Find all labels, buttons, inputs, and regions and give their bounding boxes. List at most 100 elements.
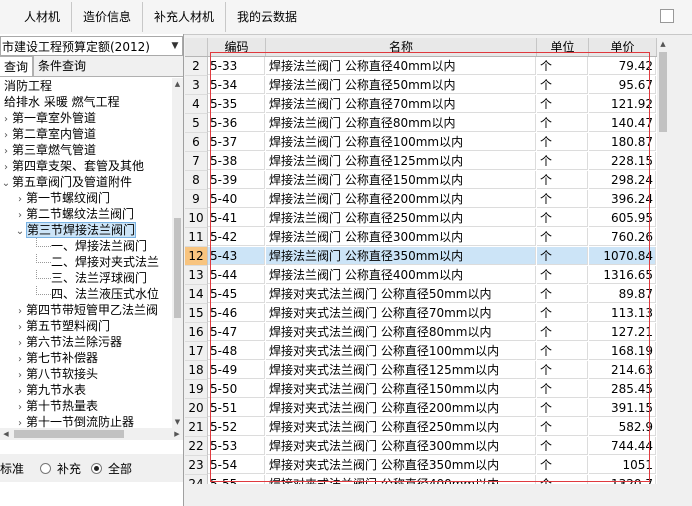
cell-price: 180.87 bbox=[589, 133, 656, 151]
tree-item-label: 四、法兰液压式水位 bbox=[51, 287, 160, 301]
cell-unit: 个 bbox=[537, 57, 588, 75]
table-row[interactable]: 13 5-44 焊接法兰阀门 公称直径400mm以内个 1316.65 bbox=[185, 266, 657, 285]
tree-item[interactable]: 给排水 采暖 燃气工程 bbox=[0, 94, 120, 110]
table-row[interactable]: 15 5-46 焊接对夹式法兰阀门 公称直径70mm以内个 113.13 bbox=[185, 304, 657, 323]
table-row[interactable]: 14 5-45 焊接对夹式法兰阀门 公称直径50mm以内个 89.87 bbox=[185, 285, 657, 304]
tree-item[interactable]: 二、焊接对夹式法兰 bbox=[36, 254, 159, 270]
table-row[interactable]: 19 5-50 焊接对夹式法兰阀门 公称直径150mm以内个 285.45 bbox=[185, 380, 657, 399]
tree-item-label: 三、法兰浮球阀门 bbox=[51, 271, 148, 285]
scroll-right-icon[interactable]: ▶ bbox=[171, 428, 183, 440]
toolbar-button-2[interactable]: 补充人材机 bbox=[143, 2, 227, 32]
scroll-thumb[interactable] bbox=[659, 52, 667, 132]
row-index: 7 bbox=[185, 152, 208, 171]
header-code[interactable]: 编码 bbox=[208, 38, 266, 56]
tree-item[interactable]: › 第十节热量表 bbox=[14, 398, 98, 414]
tree-item-label: 第一章室外管道 bbox=[12, 111, 97, 125]
scroll-up-icon[interactable]: ▲ bbox=[657, 38, 669, 50]
tree-item[interactable]: › 第十一节倒流防止器 bbox=[14, 414, 134, 428]
table-row[interactable]: 18 5-49 焊接对夹式法兰阀门 公称直径125mm以内个 214.63 bbox=[185, 361, 657, 380]
tree-item[interactable]: › 第七节补偿器 bbox=[14, 350, 98, 366]
table-row[interactable]: 7 5-38 焊接法兰阀门 公称直径125mm以内个 228.15 bbox=[185, 152, 657, 171]
chevron-down-icon[interactable]: ▼ bbox=[168, 41, 182, 51]
chevron-right-icon[interactable]: › bbox=[14, 416, 26, 428]
scroll-up-icon[interactable]: ▲ bbox=[172, 78, 183, 90]
tree-item[interactable]: 四、法兰液压式水位 bbox=[36, 286, 159, 302]
tree-horizontal-scrollbar[interactable]: ◀ ▶ bbox=[0, 428, 183, 440]
tree-item[interactable]: › 第六节法兰除污器 bbox=[14, 334, 122, 350]
table-row[interactable]: 17 5-48 焊接对夹式法兰阀门 公称直径100mm以内个 168.19 bbox=[185, 342, 657, 361]
scroll-down-icon[interactable]: ▼ bbox=[172, 416, 183, 428]
tree-item[interactable]: › 第八节软接头 bbox=[14, 366, 98, 382]
quota-library-select[interactable]: 市建设工程预算定额(2012) ▼ bbox=[0, 36, 183, 56]
header-unit[interactable]: 单位 bbox=[537, 38, 589, 56]
chevron-down-icon[interactable]: ⌄ bbox=[14, 224, 26, 240]
table-row[interactable]: 9 5-40 焊接法兰阀门 公称直径200mm以内个 396.24 bbox=[185, 190, 657, 209]
toolbar-button-3[interactable]: 我的云数据 bbox=[226, 2, 308, 32]
tree-item[interactable]: 消防工程 bbox=[0, 78, 52, 94]
cell-unit: 个 bbox=[537, 209, 588, 227]
cell-unit: 个 bbox=[537, 133, 588, 151]
tree-item[interactable]: › 第四章支架、套管及其他 bbox=[0, 158, 144, 174]
table-row[interactable]: 10 5-41 焊接法兰阀门 公称直径250mm以内个 605.95 bbox=[185, 209, 657, 228]
cell-price: 127.21 bbox=[589, 323, 656, 341]
tab-query[interactable]: 查询 bbox=[0, 56, 34, 76]
tree-item-label: 第一节螺纹阀门 bbox=[26, 191, 111, 205]
table-row[interactable]: 2 5-33 焊接法兰阀门 公称直径40mm以内个 79.42 bbox=[185, 57, 657, 76]
tree-vertical-scrollbar[interactable]: ▲ ▼ bbox=[172, 78, 183, 428]
table-row[interactable]: 4 5-35 焊接法兰阀门 公称直径70mm以内个 121.92 bbox=[185, 95, 657, 114]
toolbar-button-0[interactable]: 人材机 bbox=[0, 2, 73, 32]
table-row[interactable]: 12 5-43 焊接法兰阀门 公称直径350mm以内个 1070.84 bbox=[185, 247, 657, 266]
tree-item[interactable]: › 第四节带短管甲乙法兰阀 bbox=[14, 302, 158, 318]
chevron-down-icon[interactable]: ⌄ bbox=[0, 176, 12, 192]
table-row[interactable]: 11 5-42 焊接法兰阀门 公称直径300mm以内个 760.26 bbox=[185, 228, 657, 247]
tree-item[interactable]: › 第三章燃气管道 bbox=[0, 142, 96, 158]
table-row[interactable]: 16 5-47 焊接对夹式法兰阀门 公称直径80mm以内个 127.21 bbox=[185, 323, 657, 342]
cell-unit: 个 bbox=[537, 323, 588, 341]
cell-name: 焊接法兰阀门 公称直径200mm以内 bbox=[266, 190, 536, 208]
table-row[interactable]: 3 5-34 焊接法兰阀门 公称直径50mm以内个 95.67 bbox=[185, 76, 657, 95]
table-row[interactable]: 24 5-55 焊接对夹式法兰阀门 公称直径400mm以内个 1320.7 bbox=[185, 475, 657, 484]
table-row[interactable]: 8 5-39 焊接法兰阀门 公称直径150mm以内个 298.24 bbox=[185, 171, 657, 190]
table-row[interactable]: 21 5-52 焊接对夹式法兰阀门 公称直径250mm以内个 582.9 bbox=[185, 418, 657, 437]
cell-code: 5-49 bbox=[208, 361, 265, 379]
table-row[interactable]: 23 5-54 焊接对夹式法兰阀门 公称直径350mm以内个 1051 bbox=[185, 456, 657, 475]
radio-icon[interactable] bbox=[40, 462, 52, 474]
radio-option-1[interactable]: 补充 bbox=[40, 460, 81, 477]
tree-item[interactable]: 三、法兰浮球阀门 bbox=[36, 270, 147, 286]
scroll-thumb[interactable] bbox=[14, 430, 124, 438]
tree-item[interactable]: › 第二节螺纹法兰阀门 bbox=[14, 206, 134, 222]
tree-item[interactable]: ⌄ 第五章阀门及管道附件 bbox=[0, 174, 132, 190]
scroll-left-icon[interactable]: ◀ bbox=[0, 428, 12, 440]
radio-icon[interactable] bbox=[91, 462, 103, 474]
table-row[interactable]: 22 5-53 焊接对夹式法兰阀门 公称直径300mm以内个 744.44 bbox=[185, 437, 657, 456]
radio-option-2[interactable]: 全部 bbox=[91, 460, 132, 477]
row-index: 21 bbox=[185, 418, 208, 437]
cell-price: 396.24 bbox=[589, 190, 656, 208]
table-row[interactable]: 6 5-37 焊接法兰阀门 公称直径100mm以内个 180.87 bbox=[185, 133, 657, 152]
table-row[interactable]: 5 5-36 焊接法兰阀门 公称直径80mm以内个 140.47 bbox=[185, 114, 657, 133]
scroll-thumb[interactable] bbox=[174, 218, 181, 318]
tree-item[interactable]: 一、焊接法兰阀门 bbox=[36, 238, 147, 254]
chapter-tree: 消防工程 给排水 采暖 燃气工程 › 第一章室外管道 › 第二章室内管道 › 第三章燃气管道 ›… bbox=[0, 78, 172, 428]
tree-item[interactable]: › 第九节水表 bbox=[14, 382, 86, 398]
tree-line-icon bbox=[36, 286, 51, 295]
tree-item[interactable]: ⌄ 第三节焊接法兰阀门 bbox=[14, 222, 137, 240]
window-control-box[interactable] bbox=[660, 9, 674, 23]
tree-item[interactable]: › 第一章室外管道 bbox=[0, 110, 96, 126]
tree-item[interactable]: › 第五节塑料阀门 bbox=[14, 318, 110, 334]
tree-item-label: 第十节热量表 bbox=[26, 399, 99, 413]
radio-option-0[interactable]: 标准 bbox=[0, 460, 24, 477]
tree-item[interactable]: › 第二章室内管道 bbox=[0, 126, 96, 142]
tree-item-label: 第四章支架、套管及其他 bbox=[12, 159, 145, 173]
table-row[interactable]: 20 5-51 焊接对夹式法兰阀门 公称直径200mm以内个 391.15 bbox=[185, 399, 657, 418]
cell-name: 焊接对夹式法兰阀门 公称直径50mm以内 bbox=[266, 285, 536, 303]
cell-unit: 个 bbox=[537, 190, 588, 208]
toolbar-button-1[interactable]: 造价信息 bbox=[72, 2, 144, 32]
cell-unit: 个 bbox=[537, 95, 588, 113]
header-price[interactable]: 单价 bbox=[589, 38, 657, 56]
tree-item[interactable]: › 第一节螺纹阀门 bbox=[14, 190, 110, 206]
cell-code: 5-48 bbox=[208, 342, 265, 360]
header-name[interactable]: 名称 bbox=[266, 38, 537, 56]
tab-condition-query[interactable]: 条件查询 bbox=[33, 56, 90, 76]
table-vertical-scrollbar[interactable]: ▲ bbox=[657, 38, 669, 484]
